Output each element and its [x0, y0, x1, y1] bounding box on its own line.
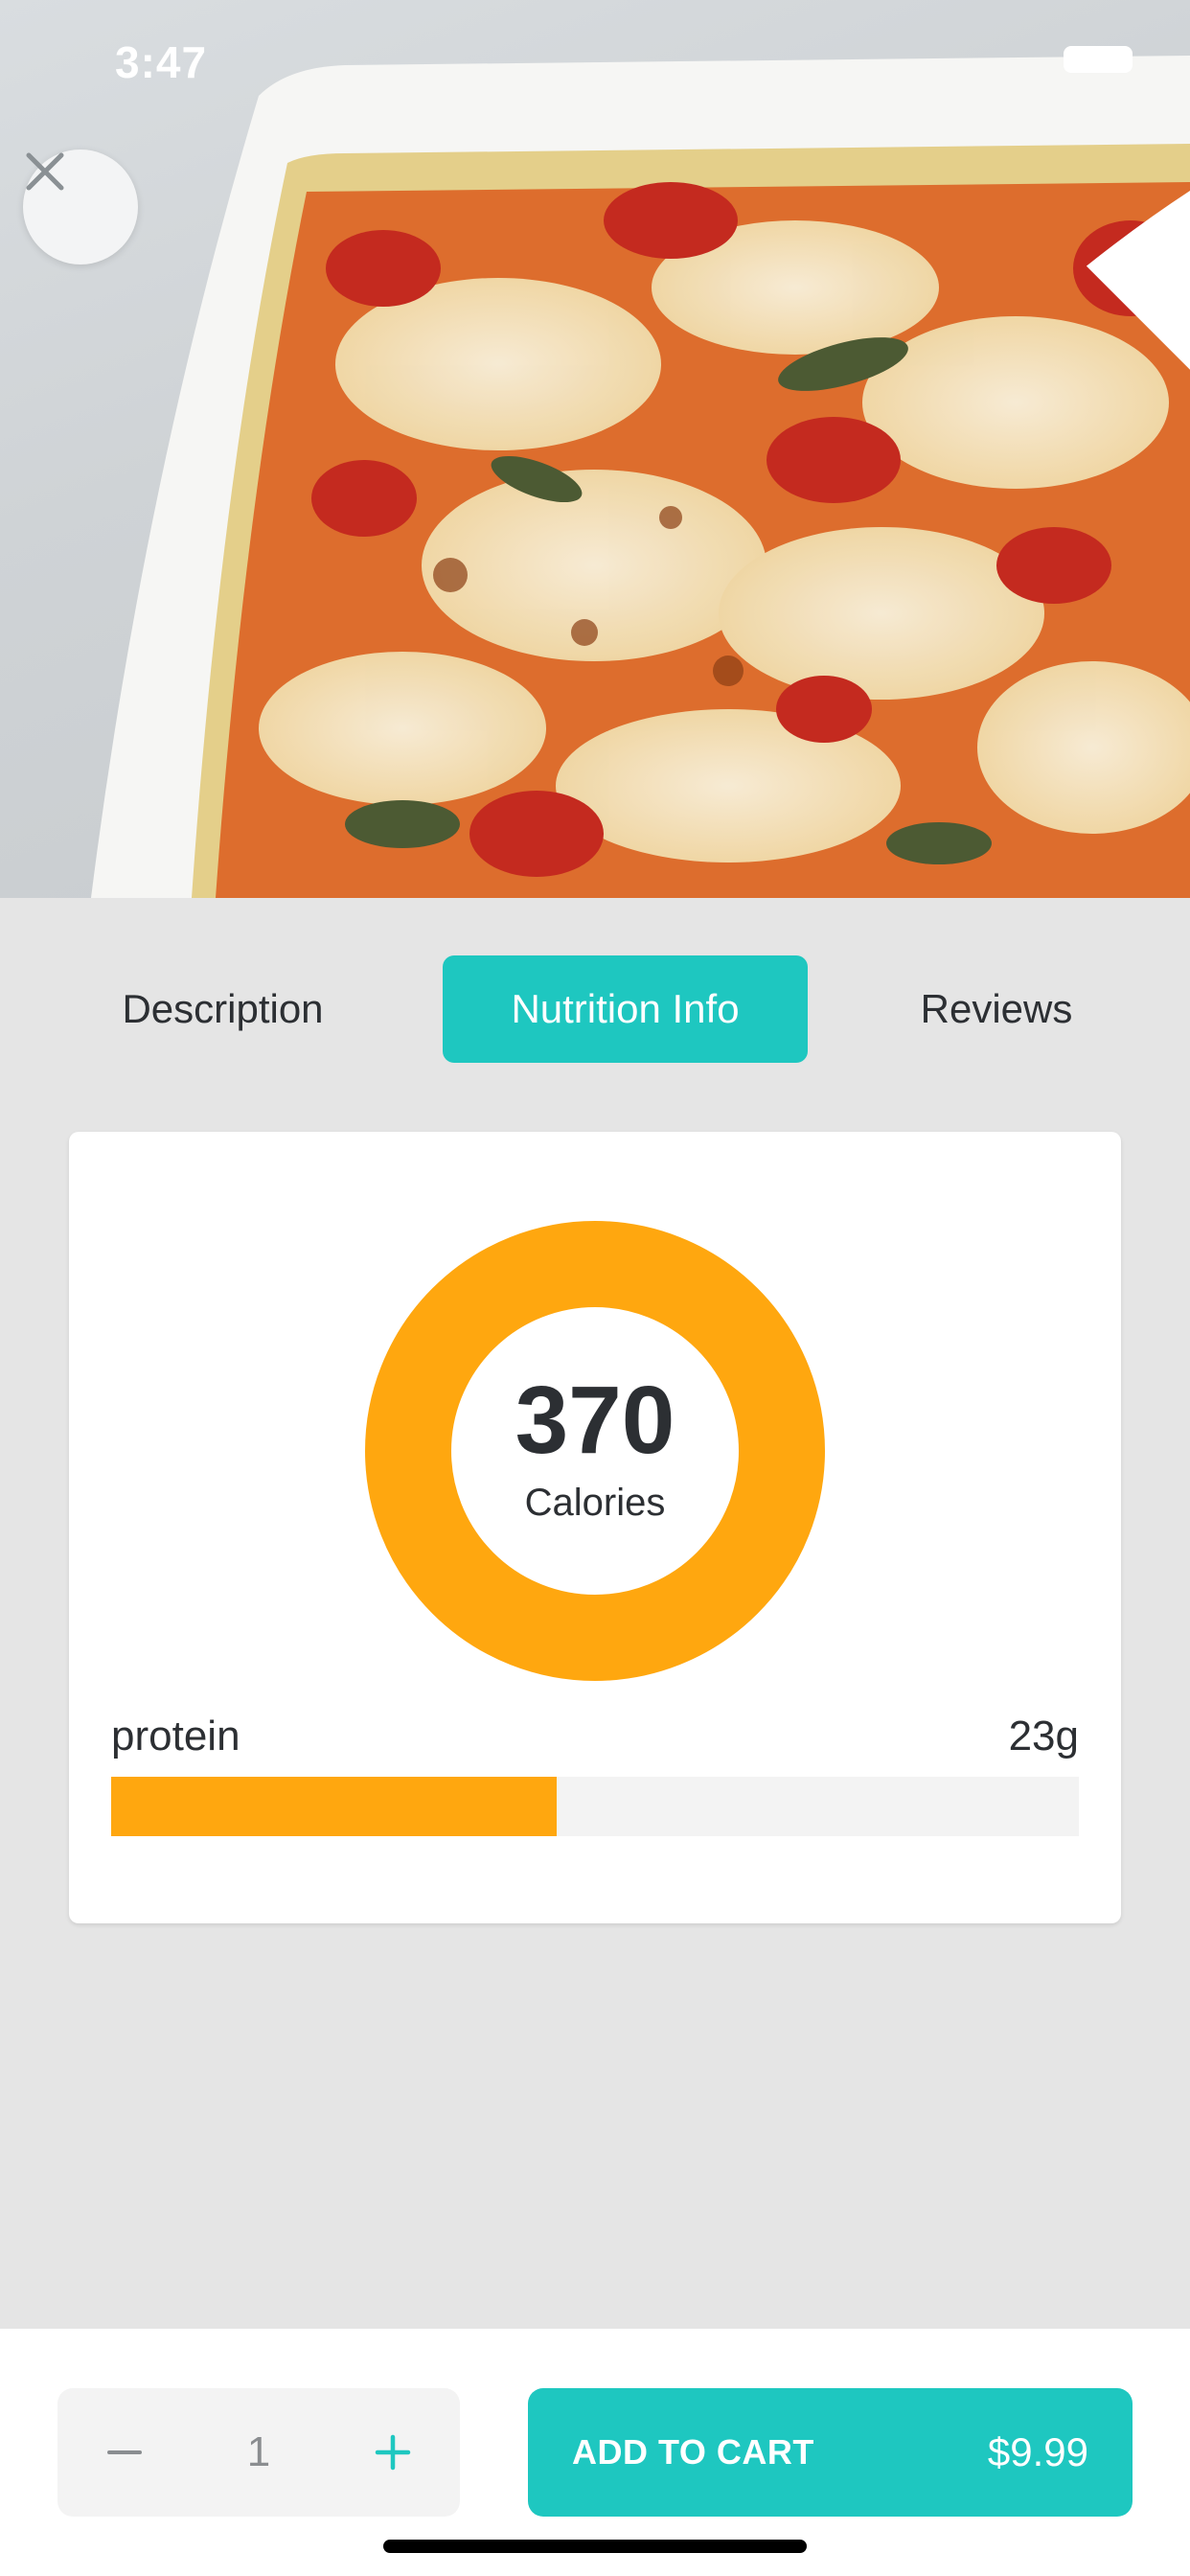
- calorie-donut: 370 Calories: [365, 1221, 825, 1681]
- nutrition-card: 370 Calories protein 23g: [69, 1132, 1121, 1923]
- calories-label: Calories: [524, 1481, 666, 1524]
- add-to-cart-button[interactable]: ADD TO CART $9.99: [528, 2388, 1133, 2517]
- protein-progress-fill: [111, 1777, 557, 1836]
- plus-icon: [375, 2434, 411, 2471]
- tab-bar: Description Nutrition Info Reviews: [0, 955, 1190, 1063]
- minus-icon: [107, 2450, 142, 2454]
- home-indicator: [383, 2540, 807, 2553]
- screen: 3:47 Description Nutrition Info Reviews: [0, 0, 1190, 2576]
- protein-progress-bar: [111, 1777, 1079, 1836]
- quantity-value[interactable]: 1: [192, 2388, 326, 2517]
- price-label: $9.99: [987, 2429, 1088, 2474]
- close-button[interactable]: [23, 150, 138, 264]
- decrease-quantity-button[interactable]: [57, 2388, 192, 2517]
- wifi-icon: [1086, 191, 1190, 370]
- close-icon: [26, 152, 64, 191]
- status-time: 3:47: [115, 37, 208, 87]
- status-icons: [1064, 46, 1190, 370]
- food-hero-image: 3:47: [0, 0, 1190, 898]
- tab-description[interactable]: Description: [57, 955, 388, 1063]
- protein-label: protein: [111, 1713, 240, 1760]
- add-to-cart-label: ADD TO CART: [572, 2432, 814, 2472]
- quantity-stepper: 1: [57, 2388, 460, 2517]
- tab-nutrition-info[interactable]: Nutrition Info: [443, 955, 808, 1063]
- protein-value: 23g: [1008, 1713, 1079, 1760]
- increase-quantity-button[interactable]: [326, 2388, 460, 2517]
- tab-reviews[interactable]: Reviews: [862, 955, 1131, 1063]
- calories-value: 370: [515, 1366, 675, 1474]
